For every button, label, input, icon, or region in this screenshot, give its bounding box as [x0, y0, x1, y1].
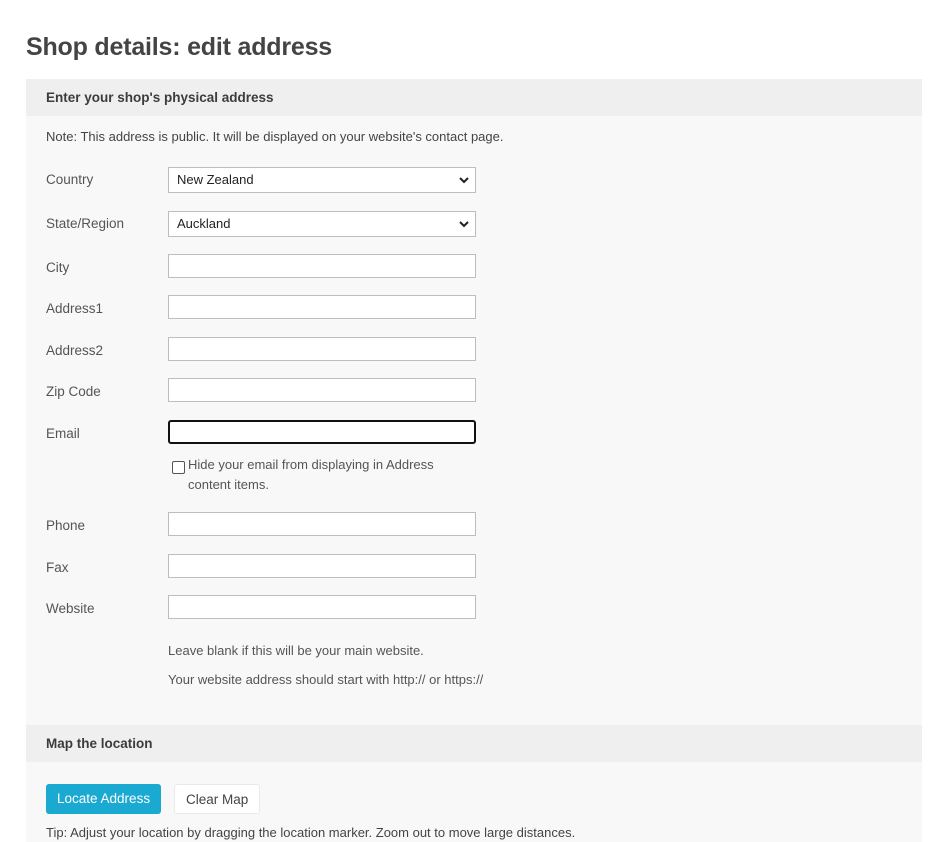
- map-panel-heading: Map the location: [26, 725, 922, 762]
- fax-label: Fax: [46, 560, 69, 575]
- zip-input[interactable]: [168, 378, 476, 402]
- address1-input[interactable]: [168, 295, 476, 319]
- clear-map-button[interactable]: Clear Map: [174, 784, 261, 814]
- page-title: Shop details: edit address: [26, 33, 332, 61]
- state-value: Auckland: [177, 216, 231, 231]
- map-tip: Tip: Adjust your location by dragging th…: [46, 825, 576, 840]
- locate-address-button[interactable]: Locate Address: [46, 784, 162, 814]
- email-label: Email: [46, 426, 80, 441]
- chevron-down-icon: [459, 177, 469, 184]
- address-panel: Enter your shop's physical address Note:…: [26, 79, 922, 725]
- map-panel: Map the location Locate Address Clear Ma…: [26, 725, 922, 842]
- public-address-note: Note: This address is public. It will be…: [46, 129, 504, 144]
- city-input[interactable]: [168, 254, 476, 278]
- state-label: State/Region: [46, 216, 125, 231]
- hide-email-label[interactable]: Hide your email from displaying in Addre…: [188, 455, 458, 495]
- address2-input[interactable]: [168, 337, 476, 361]
- address-panel-heading: Enter your shop's physical address: [26, 79, 922, 116]
- website-input[interactable]: [168, 595, 476, 619]
- country-select[interactable]: New Zealand: [168, 167, 476, 193]
- state-select[interactable]: Auckland: [168, 211, 476, 237]
- city-label: City: [46, 260, 70, 275]
- address1-label: Address1: [46, 301, 104, 316]
- email-input[interactable]: [168, 420, 476, 444]
- website-label: Website: [46, 601, 95, 616]
- country-label: Country: [46, 172, 94, 187]
- country-value: New Zealand: [177, 172, 254, 187]
- chevron-down-icon: [459, 221, 469, 228]
- website-hint-blank: Leave blank if this will be your main we…: [168, 643, 424, 658]
- hide-email-checkbox[interactable]: [172, 461, 185, 474]
- fax-input[interactable]: [168, 554, 476, 578]
- zip-label: Zip Code: [46, 384, 101, 399]
- address2-label: Address2: [46, 343, 104, 358]
- phone-input[interactable]: [168, 512, 476, 536]
- website-hint-protocol: Your website address should start with h…: [168, 672, 484, 687]
- phone-label: Phone: [46, 518, 86, 533]
